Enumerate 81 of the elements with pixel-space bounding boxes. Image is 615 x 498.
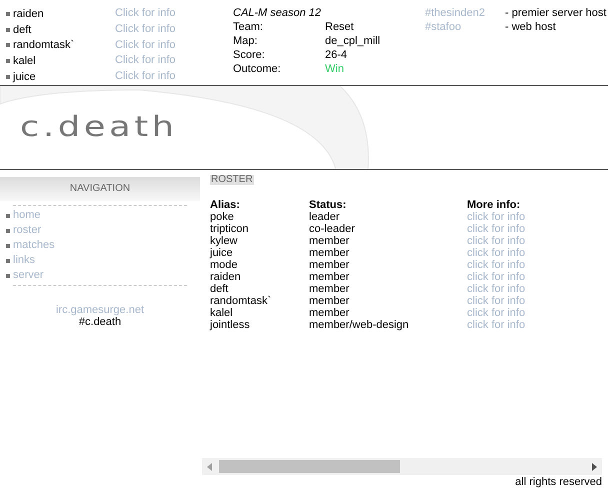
bullet-icon — [6, 214, 10, 218]
field-label: Score: — [233, 48, 266, 62]
column-header: Alias: — [210, 199, 240, 211]
bullet-icon — [6, 12, 10, 16]
player-name: juice — [13, 70, 36, 84]
table-cell: poke — [210, 211, 234, 223]
bullet-icon — [6, 43, 10, 48]
table-cell: kalel — [210, 307, 233, 319]
field-label: Outcome: — [233, 62, 282, 76]
table-cell: deft — [210, 283, 228, 295]
info-link[interactable]: Click for info — [115, 7, 176, 19]
table-cell: jointless — [210, 319, 250, 331]
player-name: raiden — [13, 6, 44, 21]
info-link[interactable]: click for info — [467, 259, 526, 271]
table-cell: member — [309, 271, 350, 283]
table-cell: member — [309, 247, 350, 259]
field-value: Reset — [325, 20, 355, 34]
bullet-icon — [6, 75, 10, 80]
info-link[interactable]: click for info — [467, 235, 526, 247]
bullet-icon — [6, 274, 10, 278]
bullet-icon — [6, 228, 10, 232]
nav-link[interactable]: roster — [13, 223, 42, 238]
nav-link[interactable]: home — [13, 208, 41, 223]
scrollbar-thumb[interactable] — [219, 460, 400, 473]
column-header: Status: — [309, 199, 346, 211]
irc-server-link[interactable]: irc.gamesurge.net — [56, 304, 144, 316]
column-header: More info: — [467, 199, 520, 211]
copyright-text: all rights reserved — [515, 475, 602, 489]
field-value: de_cpl_mill — [325, 34, 382, 48]
info-link[interactable]: Click for info — [115, 38, 176, 51]
player-name: kalel — [13, 54, 36, 68]
field-label: Team: — [233, 20, 264, 34]
bullet-icon — [6, 28, 10, 32]
field-value: Win — [325, 62, 345, 76]
channel-link[interactable]: #thesinden2 — [425, 7, 485, 19]
info-link[interactable]: Click for info — [115, 22, 176, 35]
logo: c.death — [20, 112, 178, 142]
host-role: - web host — [505, 21, 556, 33]
scroll-left-icon[interactable] — [207, 462, 212, 470]
field-label: Map: — [233, 34, 258, 48]
bullet-icon — [6, 59, 10, 64]
table-cell: member — [309, 235, 350, 247]
table-cell: member/web-design — [309, 319, 409, 331]
table-cell: tripticon — [210, 223, 249, 235]
table-cell: kylew — [210, 235, 238, 247]
bullet-icon — [6, 258, 10, 262]
player-name: randomtask` — [13, 38, 74, 52]
table-cell: member — [309, 307, 350, 319]
table-cell: mode — [210, 259, 238, 271]
table-cell: member — [309, 283, 350, 295]
channel-link[interactable]: #stafoo — [425, 21, 462, 33]
info-link[interactable]: Click for info — [115, 54, 176, 66]
match-title: CAL-M season 12 — [233, 6, 322, 20]
info-link[interactable]: click for info — [467, 283, 526, 295]
irc-channel: #c.death — [78, 316, 122, 328]
info-link[interactable]: click for info — [467, 271, 526, 283]
table-cell: leader — [309, 211, 340, 223]
info-link[interactable]: click for info — [467, 211, 526, 223]
table-cell: juice — [210, 247, 233, 259]
host-role: - premier server host — [505, 7, 606, 19]
nav-link[interactable]: matches — [13, 238, 55, 253]
table-cell: member — [309, 295, 350, 307]
nav-link[interactable]: server — [13, 268, 44, 283]
info-link[interactable]: click for info — [467, 223, 526, 235]
field-value: 26-4 — [325, 48, 348, 62]
table-cell: co-leader — [309, 223, 355, 235]
section-title: ROSTER — [210, 175, 254, 185]
table-cell: raiden — [210, 271, 241, 283]
info-link[interactable]: click for info — [467, 319, 526, 331]
info-link[interactable]: click for info — [467, 307, 526, 319]
info-link[interactable]: Click for info — [115, 70, 176, 82]
player-name: deft — [13, 22, 32, 37]
horizontal-scrollbar[interactable] — [202, 458, 602, 475]
navigation-header: NAVIGATION — [0, 177, 200, 201]
bullet-icon — [6, 244, 10, 248]
scroll-right-icon[interactable] — [592, 462, 597, 470]
info-link[interactable]: click for info — [467, 295, 526, 307]
info-link[interactable]: click for info — [467, 247, 526, 259]
nav-link[interactable]: links — [13, 253, 36, 268]
table-cell: randomtask` — [210, 295, 272, 307]
table-cell: member — [309, 259, 350, 271]
